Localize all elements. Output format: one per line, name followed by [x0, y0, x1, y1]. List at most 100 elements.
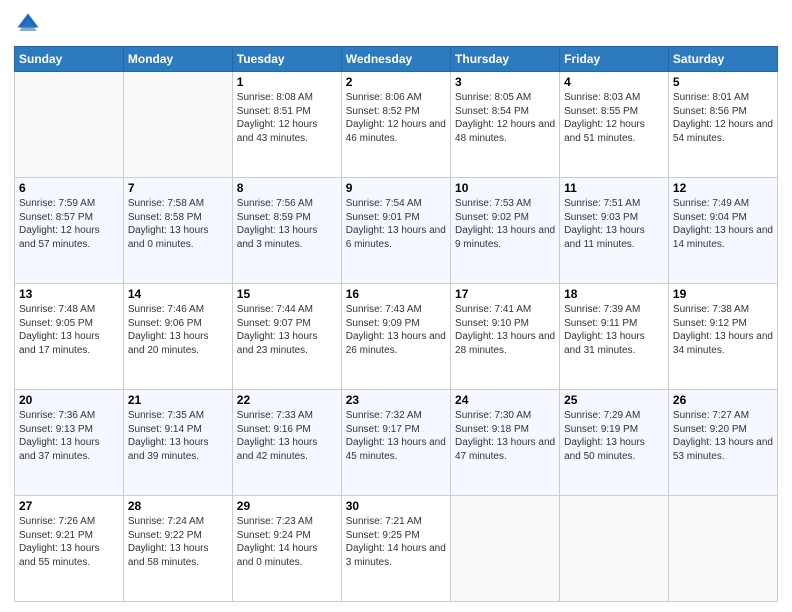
day-cell: 26Sunrise: 7:27 AMSunset: 9:20 PMDayligh…: [668, 390, 777, 496]
day-cell: [123, 72, 232, 178]
weekday-header-monday: Monday: [123, 47, 232, 72]
day-info: Sunrise: 7:53 AMSunset: 9:02 PMDaylight:…: [455, 197, 555, 251]
day-info: Sunrise: 7:46 AMSunset: 9:06 PMDaylight:…: [128, 303, 228, 357]
day-cell: 6Sunrise: 7:59 AMSunset: 8:57 PMDaylight…: [15, 178, 124, 284]
day-number: 25: [564, 393, 664, 407]
day-cell: 12Sunrise: 7:49 AMSunset: 9:04 PMDayligh…: [668, 178, 777, 284]
weekday-header-wednesday: Wednesday: [341, 47, 450, 72]
weekday-header-saturday: Saturday: [668, 47, 777, 72]
day-info: Sunrise: 8:08 AMSunset: 8:51 PMDaylight:…: [237, 91, 337, 145]
week-row-4: 20 Sunrise: 7:36 AMSunset: 9:13 PMDayligh…: [15, 390, 778, 496]
day-cell: [668, 496, 777, 602]
day-number: 13: [19, 287, 119, 301]
week-row-2: 6Sunrise: 7:59 AMSunset: 8:57 PMDaylight…: [15, 178, 778, 284]
day-cell: 5 Sunrise: 8:01 AMSunset: 8:56 PMDaylight…: [668, 72, 777, 178]
day-number: 27: [19, 499, 119, 513]
day-cell: 1 Sunrise: 8:08 AMSunset: 8:51 PMDaylight…: [232, 72, 341, 178]
day-cell: 9 Sunrise: 7:54 AMSunset: 9:01 PMDaylight…: [341, 178, 450, 284]
day-info: Sunrise: 7:54 AMSunset: 9:01 PMDaylight:…: [346, 197, 446, 251]
day-number: 11: [564, 181, 664, 195]
day-info: Sunrise: 7:21 AMSunset: 9:25 PMDaylight:…: [346, 515, 446, 569]
day-number: 9: [346, 181, 446, 195]
day-number: 12: [673, 181, 773, 195]
day-cell: 8Sunrise: 7:56 AMSunset: 8:59 PMDaylight…: [232, 178, 341, 284]
day-number: 20: [19, 393, 119, 407]
day-number: 4: [564, 75, 664, 89]
day-cell: 15 Sunrise: 7:44 AMSunset: 9:07 PMDayligh…: [232, 284, 341, 390]
day-cell: 28 Sunrise: 7:24 AMSunset: 9:22 PMDayligh…: [123, 496, 232, 602]
day-number: 14: [128, 287, 228, 301]
day-cell: 21 Sunrise: 7:35 AMSunset: 9:14 PMDayligh…: [123, 390, 232, 496]
day-number: 19: [673, 287, 773, 301]
day-cell: 24Sunrise: 7:30 AMSunset: 9:18 PMDayligh…: [451, 390, 560, 496]
logo-icon: [14, 10, 42, 38]
day-number: 30: [346, 499, 446, 513]
day-number: 28: [128, 499, 228, 513]
page: SundayMondayTuesdayWednesdayThursdayFrid…: [0, 0, 792, 612]
day-cell: 4 Sunrise: 8:03 AMSunset: 8:55 PMDaylight…: [560, 72, 669, 178]
day-info: Sunrise: 8:03 AMSunset: 8:55 PMDaylight:…: [564, 91, 664, 145]
day-number: 26: [673, 393, 773, 407]
day-cell: 25Sunrise: 7:29 AMSunset: 9:19 PMDayligh…: [560, 390, 669, 496]
calendar: SundayMondayTuesdayWednesdayThursdayFrid…: [14, 46, 778, 602]
day-info: Sunrise: 8:06 AMSunset: 8:52 PMDaylight:…: [346, 91, 446, 145]
day-info: Sunrise: 7:39 AMSunset: 9:11 PMDaylight:…: [564, 303, 664, 357]
logo: [14, 10, 46, 38]
day-cell: [451, 496, 560, 602]
day-info: Sunrise: 8:05 AMSunset: 8:54 PMDaylight:…: [455, 91, 555, 145]
day-info: Sunrise: 7:56 AMSunset: 8:59 PMDaylight:…: [237, 197, 337, 251]
day-cell: 18 Sunrise: 7:39 AMSunset: 9:11 PMDayligh…: [560, 284, 669, 390]
day-number: 18: [564, 287, 664, 301]
day-number: 24: [455, 393, 555, 407]
day-cell: 7 Sunrise: 7:58 AMSunset: 8:58 PMDaylight…: [123, 178, 232, 284]
day-cell: 19 Sunrise: 7:38 AMSunset: 9:12 PMDayligh…: [668, 284, 777, 390]
day-info: Sunrise: 7:32 AMSunset: 9:17 PMDaylight:…: [346, 409, 446, 463]
day-number: 10: [455, 181, 555, 195]
day-cell: 14 Sunrise: 7:46 AMSunset: 9:06 PMDayligh…: [123, 284, 232, 390]
week-row-1: 1 Sunrise: 8:08 AMSunset: 8:51 PMDaylight…: [15, 72, 778, 178]
weekday-header-thursday: Thursday: [451, 47, 560, 72]
day-info: Sunrise: 7:26 AMSunset: 9:21 PMDaylight:…: [19, 515, 119, 569]
day-cell: 23 Sunrise: 7:32 AMSunset: 9:17 PMDayligh…: [341, 390, 450, 496]
day-info: Sunrise: 7:59 AMSunset: 8:57 PMDaylight:…: [19, 197, 119, 251]
day-info: Sunrise: 7:36 AMSunset: 9:13 PMDaylight:…: [19, 409, 119, 463]
weekday-header-row: SundayMondayTuesdayWednesdayThursdayFrid…: [15, 47, 778, 72]
day-info: Sunrise: 7:51 AMSunset: 9:03 PMDaylight:…: [564, 197, 664, 251]
day-info: Sunrise: 7:48 AMSunset: 9:05 PMDaylight:…: [19, 303, 119, 357]
day-info: Sunrise: 7:35 AMSunset: 9:14 PMDaylight:…: [128, 409, 228, 463]
day-cell: 16Sunrise: 7:43 AMSunset: 9:09 PMDayligh…: [341, 284, 450, 390]
week-row-5: 27 Sunrise: 7:26 AMSunset: 9:21 PMDayligh…: [15, 496, 778, 602]
day-cell: 13 Sunrise: 7:48 AMSunset: 9:05 PMDayligh…: [15, 284, 124, 390]
day-number: 15: [237, 287, 337, 301]
day-cell: 29 Sunrise: 7:23 AMSunset: 9:24 PMDayligh…: [232, 496, 341, 602]
day-cell: 3 Sunrise: 8:05 AMSunset: 8:54 PMDaylight…: [451, 72, 560, 178]
day-number: 7: [128, 181, 228, 195]
day-number: 29: [237, 499, 337, 513]
day-cell: [15, 72, 124, 178]
day-cell: 22 Sunrise: 7:33 AMSunset: 9:16 PMDayligh…: [232, 390, 341, 496]
day-info: Sunrise: 7:33 AMSunset: 9:16 PMDaylight:…: [237, 409, 337, 463]
day-number: 3: [455, 75, 555, 89]
day-cell: 30 Sunrise: 7:21 AMSunset: 9:25 PMDayligh…: [341, 496, 450, 602]
day-info: Sunrise: 7:24 AMSunset: 9:22 PMDaylight:…: [128, 515, 228, 569]
day-number: 23: [346, 393, 446, 407]
day-number: 21: [128, 393, 228, 407]
day-info: Sunrise: 7:38 AMSunset: 9:12 PMDaylight:…: [673, 303, 773, 357]
weekday-header-tuesday: Tuesday: [232, 47, 341, 72]
day-cell: 17Sunrise: 7:41 AMSunset: 9:10 PMDayligh…: [451, 284, 560, 390]
day-cell: 2 Sunrise: 8:06 AMSunset: 8:52 PMDaylight…: [341, 72, 450, 178]
day-number: 16: [346, 287, 446, 301]
day-number: 1: [237, 75, 337, 89]
day-number: 22: [237, 393, 337, 407]
day-info: Sunrise: 8:01 AMSunset: 8:56 PMDaylight:…: [673, 91, 773, 145]
day-cell: 10 Sunrise: 7:53 AMSunset: 9:02 PMDayligh…: [451, 178, 560, 284]
day-cell: [560, 496, 669, 602]
day-info: Sunrise: 7:41 AMSunset: 9:10 PMDaylight:…: [455, 303, 555, 357]
day-number: 2: [346, 75, 446, 89]
day-info: Sunrise: 7:44 AMSunset: 9:07 PMDaylight:…: [237, 303, 337, 357]
day-cell: 20 Sunrise: 7:36 AMSunset: 9:13 PMDayligh…: [15, 390, 124, 496]
day-info: Sunrise: 7:58 AMSunset: 8:58 PMDaylight:…: [128, 197, 228, 251]
day-info: Sunrise: 7:23 AMSunset: 9:24 PMDaylight:…: [237, 515, 337, 569]
day-number: 5: [673, 75, 773, 89]
day-cell: 27 Sunrise: 7:26 AMSunset: 9:21 PMDayligh…: [15, 496, 124, 602]
